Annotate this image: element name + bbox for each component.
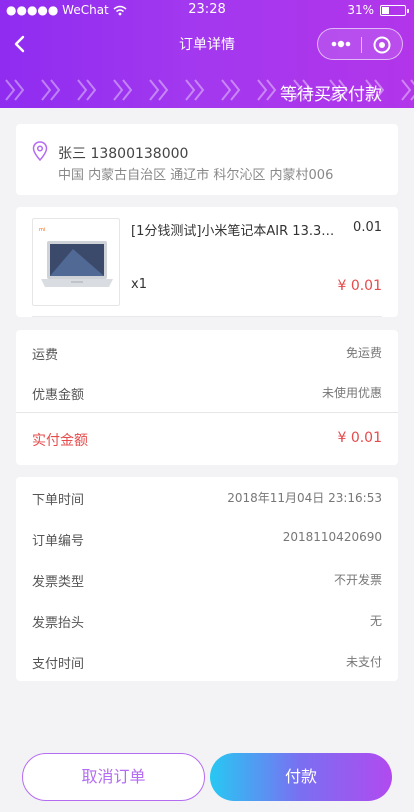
discount-value: 未使用优惠 xyxy=(321,386,382,400)
fee-card: 运费 免运费 优惠金额 未使用优惠 实付金额 ¥ 0.01 xyxy=(16,330,398,465)
product-unit-price: 0.01 xyxy=(353,220,382,235)
order-time-value: 2018年11月04日 23:16:53 xyxy=(227,491,382,505)
chevron-mark xyxy=(401,79,412,101)
chevron-mark xyxy=(257,79,268,101)
shipping-value: 免运费 xyxy=(345,346,382,360)
more-icon[interactable] xyxy=(325,33,357,55)
back-icon[interactable] xyxy=(8,32,32,56)
order-time-label: 下单时间 xyxy=(32,493,85,508)
svg-text:mi: mi xyxy=(39,227,45,233)
header: ●●●●● WeChat 23:28 31% 订单详情 等待买家付款 xyxy=(0,0,414,108)
chevron-mark xyxy=(77,79,88,101)
location-pin-icon xyxy=(32,141,48,161)
product-thumbnail: mi xyxy=(32,218,120,306)
invoice-type-value: 不开发票 xyxy=(333,573,382,587)
pay-button[interactable]: 付款 xyxy=(210,753,392,801)
battery-icon xyxy=(380,4,409,16)
product-name: [1分钱测试]小米笔记本AIR 13.3英寸 xyxy=(131,224,343,239)
chevron-mark xyxy=(230,79,241,101)
chevron-mark xyxy=(149,79,160,101)
order-no-value: 2018110420690 xyxy=(282,530,382,544)
target-icon[interactable] xyxy=(370,34,394,56)
product-quantity: x1 xyxy=(131,277,147,292)
chevron-mark xyxy=(50,79,61,101)
chevron-mark xyxy=(122,79,133,101)
invoice-type-label: 发票类型 xyxy=(32,575,85,590)
product-price: ¥ 0.01 xyxy=(337,278,382,294)
shipping-label: 运费 xyxy=(32,348,59,363)
order-info-card: 下单时间 2018年11月04日 23:16:53 订单编号 201811042… xyxy=(16,477,398,681)
chevron-mark xyxy=(221,79,232,101)
address-card[interactable]: 张三 13800138000 中国 内蒙古自治区 通辽市 科尔沁区 内蒙村006 xyxy=(16,124,398,195)
total-value: ¥ 0.01 xyxy=(337,430,382,446)
mini-program-capsule xyxy=(317,28,403,60)
order-no-label: 订单编号 xyxy=(32,534,85,549)
chevron-mark xyxy=(185,79,196,101)
chevron-mark xyxy=(14,79,25,101)
recipient-name-phone: 张三 13800138000 xyxy=(58,146,189,162)
address-detail: 中国 内蒙古自治区 通辽市 科尔沁区 内蒙村006 xyxy=(58,168,334,183)
cancel-order-button[interactable]: 取消订单 xyxy=(22,753,205,801)
pay-time-label: 支付时间 xyxy=(32,657,85,672)
invoice-title-value: 无 xyxy=(369,614,382,628)
bottom-action-bar: 取消订单 付款 xyxy=(0,740,414,812)
chevron-mark xyxy=(5,79,16,101)
chevron-mark xyxy=(158,79,169,101)
chevron-mark xyxy=(194,79,205,101)
invoice-title-label: 发票抬头 xyxy=(32,616,85,631)
chevron-mark xyxy=(41,79,52,101)
total-label: 实付金额 xyxy=(32,433,88,449)
discount-label: 优惠金额 xyxy=(32,388,85,403)
nav-bar: 订单详情 xyxy=(0,22,414,66)
product-card[interactable]: mi [1分钱测试]小米笔记本AIR 13.3英寸 0.01 x1 ¥ 0.01 xyxy=(16,207,398,317)
battery-percent: 31% xyxy=(347,3,374,17)
chevron-mark xyxy=(113,79,124,101)
chevron-mark xyxy=(86,79,97,101)
chevron-mark xyxy=(266,79,277,101)
pay-time-value: 未支付 xyxy=(345,655,382,669)
status-bar: ●●●●● WeChat 23:28 31% xyxy=(0,0,414,20)
order-status: 等待买家付款 xyxy=(280,85,382,105)
